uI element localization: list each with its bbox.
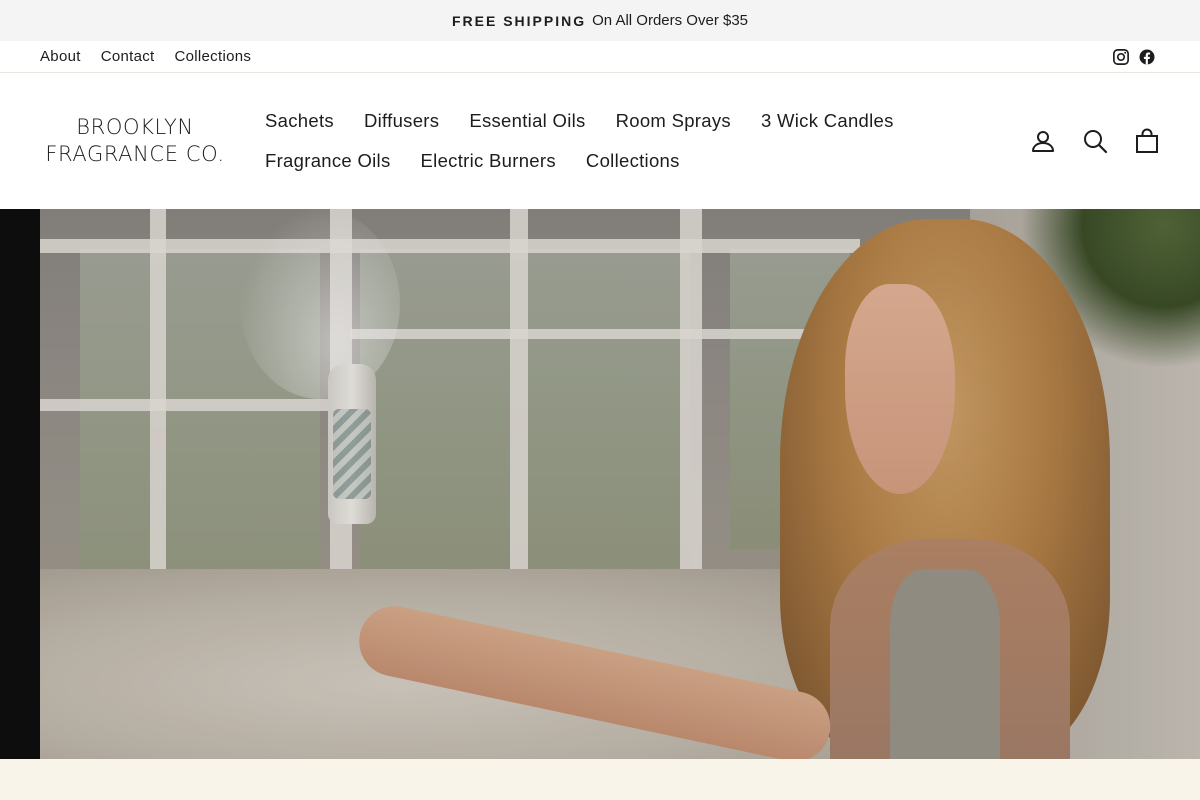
utility-link-contact[interactable]: Contact [101, 48, 155, 65]
nav-fragrance-oils[interactable]: Fragrance Oils [250, 148, 406, 174]
nav-3-wick-candles[interactable]: 3 Wick Candles [746, 108, 909, 134]
announcement-highlight: FREE SHIPPING [451, 12, 587, 29]
header-actions [1030, 73, 1160, 209]
hero-banner [0, 209, 1200, 759]
search-icon[interactable] [1082, 128, 1108, 154]
utility-link-about[interactable]: About [40, 48, 81, 65]
utility-nav: About Contact Collections [40, 48, 251, 65]
nav-room-sprays[interactable]: Room Sprays [601, 108, 746, 134]
nav-electric-burners[interactable]: Electric Burners [406, 148, 571, 174]
logo-line-2: FRAGRANCE CO. [45, 142, 225, 166]
account-icon[interactable] [1030, 128, 1056, 154]
main-nav: Sachets Diffusers Essential Oils Room Sp… [250, 108, 910, 174]
nav-diffusers[interactable]: Diffusers [349, 108, 454, 134]
brand-logo[interactable]: BROOKLYN FRAGRANCE CO. [40, 114, 230, 168]
cart-icon[interactable] [1134, 128, 1160, 154]
facebook-icon[interactable] [1138, 48, 1156, 66]
next-section [0, 759, 1200, 800]
social-links [1112, 48, 1156, 66]
utility-link-collections[interactable]: Collections [175, 48, 252, 65]
hero-image[interactable] [40, 209, 1200, 759]
nav-collections[interactable]: Collections [571, 148, 695, 174]
nav-sachets[interactable]: Sachets [250, 108, 349, 134]
utility-bar: About Contact Collections [0, 41, 1200, 73]
announcement-bar: FREE SHIPPING On All Orders Over $35 [0, 0, 1200, 41]
logo-line-1: BROOKLYN [76, 115, 194, 139]
announcement-text: On All Orders Over $35 [592, 12, 749, 29]
nav-essential-oils[interactable]: Essential Oils [454, 108, 600, 134]
instagram-icon[interactable] [1112, 48, 1130, 66]
site-header: BROOKLYN FRAGRANCE CO. Sachets Diffusers… [0, 73, 1200, 209]
